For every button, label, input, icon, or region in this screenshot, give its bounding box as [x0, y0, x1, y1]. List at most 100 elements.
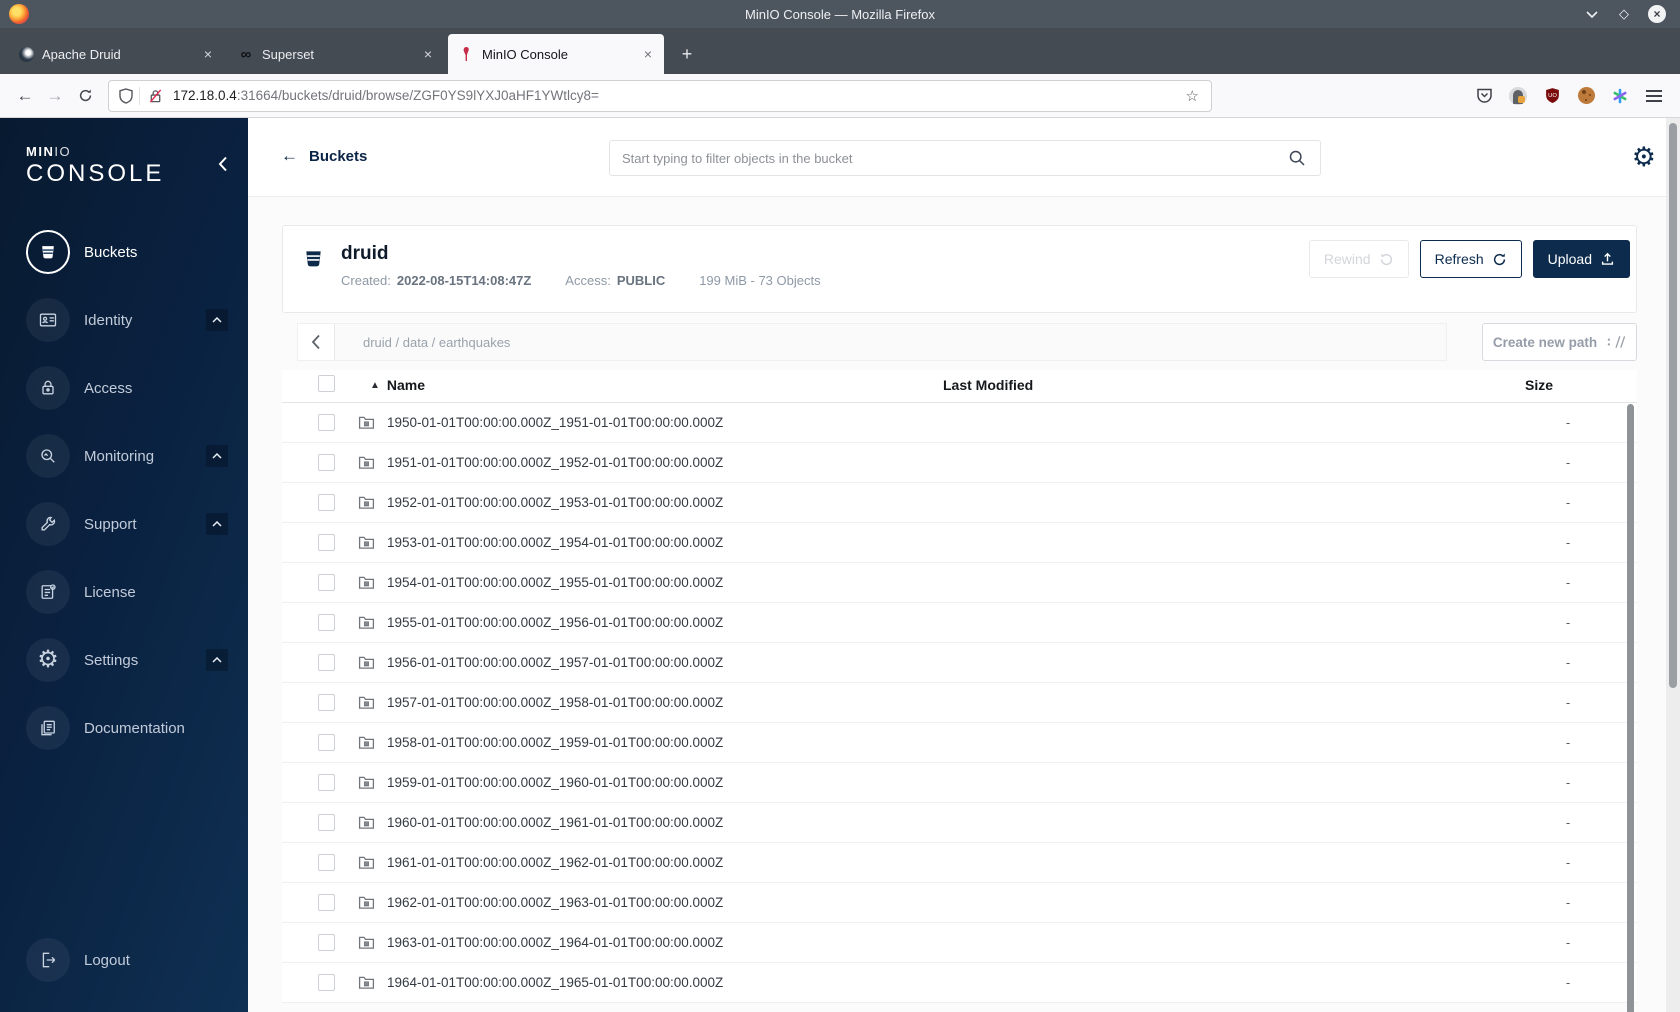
object-name[interactable]: 1952-01-01T00:00:00.000Z_1953-01-01T00:0…	[387, 495, 723, 510]
row-checkbox[interactable]	[318, 894, 335, 911]
object-name[interactable]: 1954-01-01T00:00:00.000Z_1955-01-01T00:0…	[387, 575, 723, 590]
sidebar-item-buckets[interactable]: Buckets	[0, 218, 248, 286]
sparkle-extension-icon[interactable]	[1610, 86, 1630, 106]
tab-minio-console[interactable]: MinIO Console ×	[448, 34, 664, 74]
row-checkbox[interactable]	[318, 814, 335, 831]
pocket-icon[interactable]	[1474, 86, 1494, 106]
table-row[interactable]: 1962-01-01T00:00:00.000Z_1963-01-01T00:0…	[282, 883, 1637, 923]
page-scrollbar[interactable]	[1666, 118, 1680, 1012]
object-name[interactable]: 1963-01-01T00:00:00.000Z_1964-01-01T00:0…	[387, 935, 723, 950]
chevron-up-icon[interactable]	[206, 445, 228, 467]
object-name[interactable]: 1956-01-01T00:00:00.000Z_1957-01-01T00:0…	[387, 655, 723, 670]
table-row[interactable]: 1960-01-01T00:00:00.000Z_1961-01-01T00:0…	[282, 803, 1637, 843]
object-name[interactable]: 1951-01-01T00:00:00.000Z_1952-01-01T00:0…	[387, 455, 723, 470]
table-row[interactable]: 1953-01-01T00:00:00.000Z_1954-01-01T00:0…	[282, 523, 1637, 563]
cookie-extension-icon[interactable]	[1576, 86, 1596, 106]
sidebar-item-documentation[interactable]: Documentation	[0, 694, 248, 762]
breadcrumb-back-button[interactable]	[298, 324, 335, 360]
sidebar-item-access[interactable]: Access	[0, 354, 248, 422]
url-bar[interactable]: 172.18.0.4:31664/buckets/druid/browse/ZG…	[108, 79, 1212, 112]
object-name[interactable]: 1957-01-01T00:00:00.000Z_1958-01-01T00:0…	[387, 695, 723, 710]
rewind-button[interactable]: Rewind	[1308, 240, 1409, 278]
url-text[interactable]: 172.18.0.4:31664/buckets/druid/browse/ZG…	[173, 88, 1184, 103]
column-size[interactable]: Size	[1525, 377, 1553, 393]
tab-close-icon[interactable]: ×	[422, 46, 434, 62]
tab-close-icon[interactable]: ×	[202, 46, 214, 62]
forward-button[interactable]: →	[40, 81, 70, 111]
row-checkbox[interactable]	[318, 534, 335, 551]
row-checkbox[interactable]	[318, 454, 335, 471]
ublock-origin-icon[interactable]: UO	[1542, 86, 1562, 106]
object-name[interactable]: 1964-01-01T00:00:00.000Z_1965-01-01T00:0…	[387, 975, 723, 990]
sidebar-item-identity[interactable]: Identity	[0, 286, 248, 354]
window-minimize-button[interactable]	[1584, 6, 1600, 22]
object-name[interactable]: 1961-01-01T00:00:00.000Z_1962-01-01T00:0…	[387, 855, 723, 870]
sidebar-collapse-icon[interactable]	[218, 156, 228, 172]
window-close-button[interactable]: ×	[1648, 5, 1666, 23]
row-checkbox[interactable]	[318, 494, 335, 511]
table-row[interactable]: 1956-01-01T00:00:00.000Z_1957-01-01T00:0…	[282, 643, 1637, 683]
sidebar-item-monitoring[interactable]: Monitoring	[0, 422, 248, 490]
reload-button[interactable]	[70, 81, 100, 111]
object-name[interactable]: 1955-01-01T00:00:00.000Z_1956-01-01T00:0…	[387, 615, 723, 630]
table-row[interactable]: 1963-01-01T00:00:00.000Z_1964-01-01T00:0…	[282, 923, 1637, 963]
table-row[interactable]: 1959-01-01T00:00:00.000Z_1960-01-01T00:0…	[282, 763, 1637, 803]
settings-gear-icon[interactable]: ⚙	[1632, 142, 1656, 173]
table-row[interactable]: 1957-01-01T00:00:00.000Z_1958-01-01T00:0…	[282, 683, 1637, 723]
bookmark-star-icon[interactable]: ☆	[1184, 87, 1201, 105]
table-row[interactable]: 1950-01-01T00:00:00.000Z_1951-01-01T00:0…	[282, 403, 1637, 443]
row-checkbox[interactable]	[318, 774, 335, 791]
tab-superset[interactable]: ∞ Superset ×	[228, 34, 444, 74]
chevron-up-icon[interactable]	[206, 309, 228, 331]
column-last-modified[interactable]: Last Modified	[943, 377, 1033, 393]
table-row[interactable]: 1955-01-01T00:00:00.000Z_1956-01-01T00:0…	[282, 603, 1637, 643]
sidebar-item-license[interactable]: License	[0, 558, 248, 626]
object-name[interactable]: 1959-01-01T00:00:00.000Z_1960-01-01T00:0…	[387, 775, 723, 790]
row-checkbox[interactable]	[318, 614, 335, 631]
create-new-path-button[interactable]: Create new path	[1482, 323, 1637, 361]
object-name[interactable]: 1962-01-01T00:00:00.000Z_1963-01-01T00:0…	[387, 895, 723, 910]
row-checkbox[interactable]	[318, 654, 335, 671]
object-name[interactable]: 1958-01-01T00:00:00.000Z_1959-01-01T00:0…	[387, 735, 723, 750]
table-row[interactable]: 1964-01-01T00:00:00.000Z_1965-01-01T00:0…	[282, 963, 1637, 1003]
back-to-buckets-link[interactable]: ← Buckets	[281, 146, 367, 166]
table-row[interactable]: 1952-01-01T00:00:00.000Z_1953-01-01T00:0…	[282, 483, 1637, 523]
sidebar-item-settings[interactable]: ⚙ Settings	[0, 626, 248, 694]
table-scrollbar[interactable]	[1627, 404, 1634, 1012]
row-checkbox[interactable]	[318, 734, 335, 751]
menu-hamburger-icon[interactable]	[1644, 86, 1664, 106]
row-checkbox[interactable]	[318, 694, 335, 711]
back-button[interactable]: ←	[10, 81, 40, 111]
row-checkbox[interactable]	[318, 854, 335, 871]
window-restore-button[interactable]: ◇	[1616, 6, 1632, 22]
object-filter-search[interactable]	[609, 140, 1321, 176]
new-tab-button[interactable]: +	[672, 39, 702, 69]
object-name[interactable]: 1950-01-01T00:00:00.000Z_1951-01-01T00:0…	[387, 415, 723, 430]
refresh-button[interactable]: Refresh	[1419, 240, 1522, 278]
column-name[interactable]: ▲ Name	[370, 377, 425, 393]
sidebar-item-support[interactable]: Support	[0, 490, 248, 558]
row-checkbox[interactable]	[318, 414, 335, 431]
shield-icon[interactable]	[119, 87, 133, 104]
table-row[interactable]: 1954-01-01T00:00:00.000Z_1955-01-01T00:0…	[282, 563, 1637, 603]
chevron-up-icon[interactable]	[206, 649, 228, 671]
tab-close-icon[interactable]: ×	[642, 46, 654, 62]
upload-button[interactable]: Upload	[1532, 240, 1630, 278]
row-checkbox[interactable]	[318, 974, 335, 991]
insecure-lock-icon[interactable]	[148, 88, 163, 104]
object-name[interactable]: 1960-01-01T00:00:00.000Z_1961-01-01T00:0…	[387, 815, 723, 830]
tab-apache-druid[interactable]: Apache Druid ×	[8, 34, 224, 74]
object-name[interactable]: 1953-01-01T00:00:00.000Z_1954-01-01T00:0…	[387, 535, 723, 550]
select-all-checkbox[interactable]	[318, 375, 335, 392]
row-checkbox[interactable]	[318, 574, 335, 591]
table-row[interactable]: 1958-01-01T00:00:00.000Z_1959-01-01T00:0…	[282, 723, 1637, 763]
page-scrollbar-thumb[interactable]	[1669, 123, 1677, 688]
row-checkbox[interactable]	[318, 934, 335, 951]
breadcrumb-path[interactable]: druid / data / earthquakes	[363, 335, 510, 350]
chevron-up-icon[interactable]	[206, 513, 228, 535]
search-input[interactable]	[610, 141, 1288, 175]
table-row[interactable]: 1951-01-01T00:00:00.000Z_1952-01-01T00:0…	[282, 443, 1637, 483]
table-row[interactable]: 1961-01-01T00:00:00.000Z_1962-01-01T00:0…	[282, 843, 1637, 883]
profile-extension-icon[interactable]	[1508, 86, 1528, 106]
sidebar-item-logout[interactable]: Logout	[0, 926, 248, 994]
